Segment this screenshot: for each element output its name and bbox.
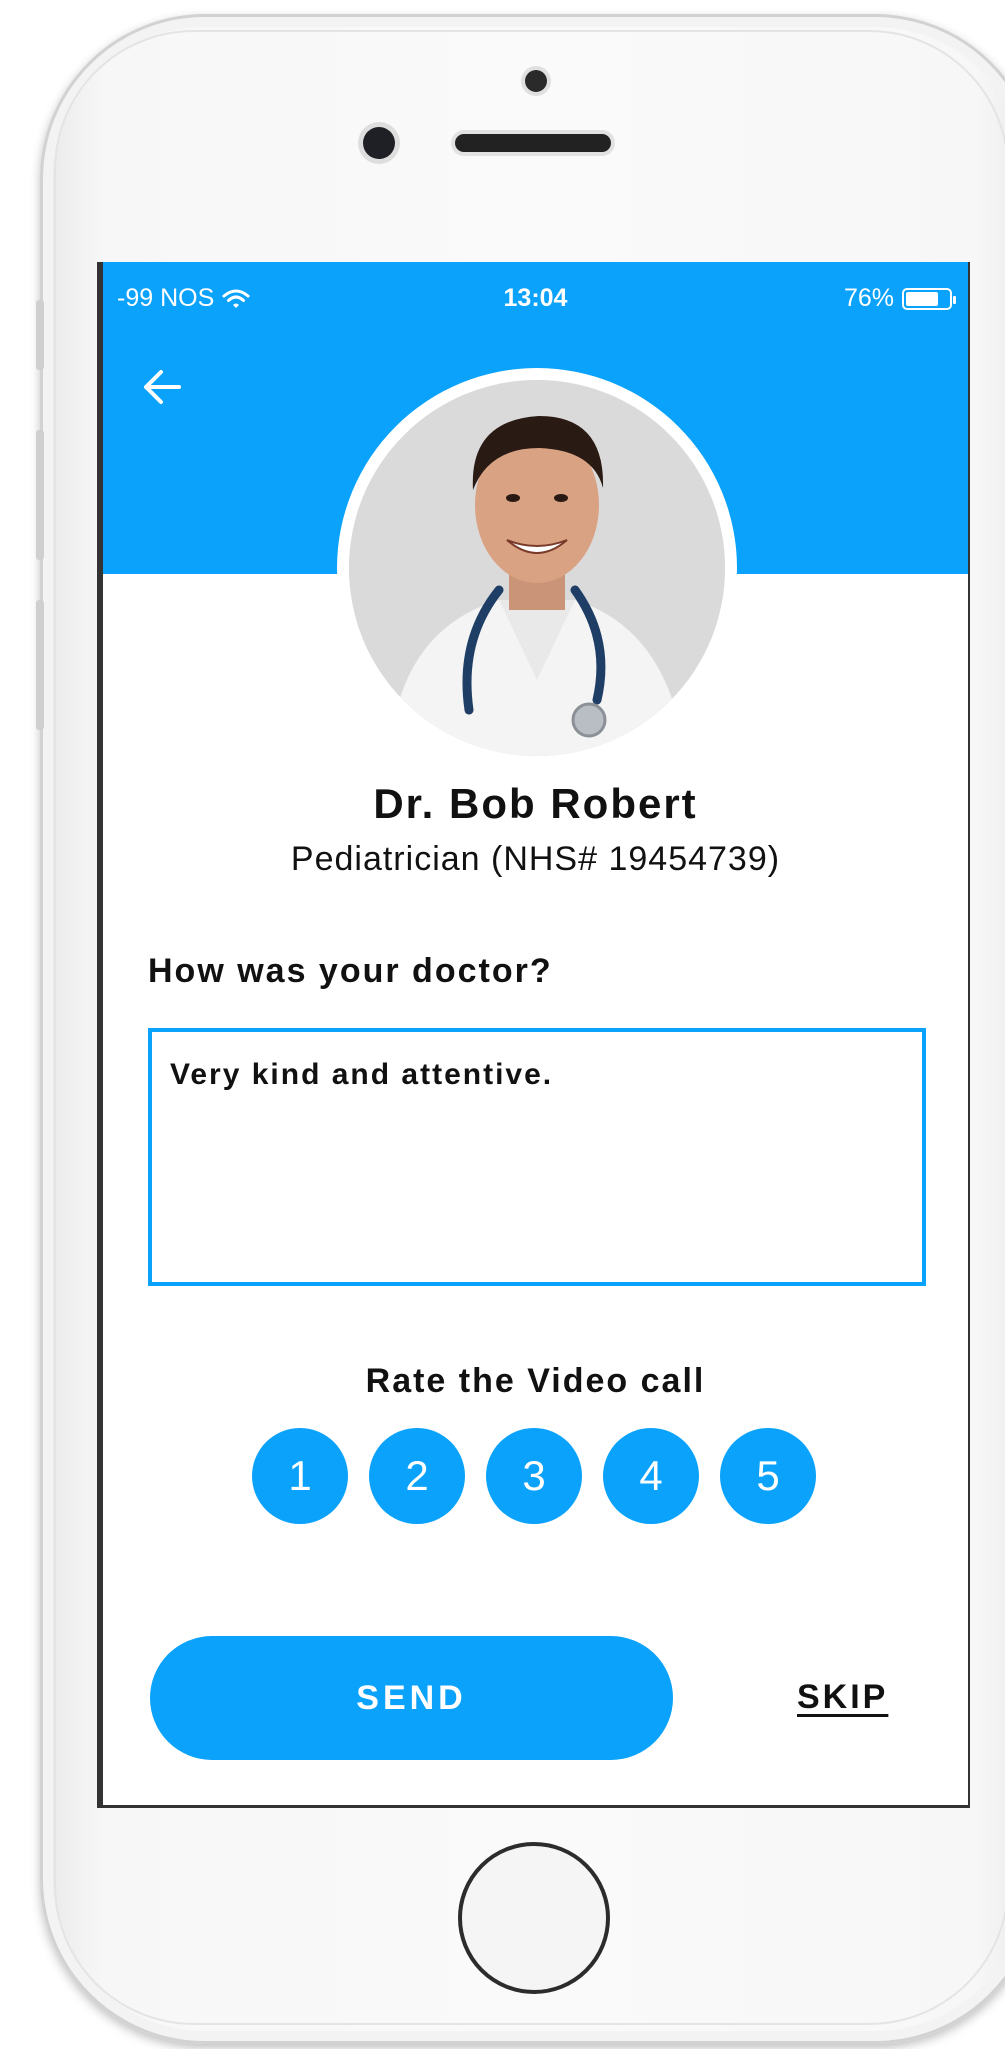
earpiece-speaker — [455, 134, 611, 152]
send-button[interactable]: SEND — [150, 1636, 673, 1760]
mute-switch — [36, 300, 44, 370]
battery-icon — [902, 287, 956, 310]
volume-up-button — [36, 430, 44, 560]
review-textarea[interactable]: Very kind and attentive. — [148, 1028, 926, 1286]
front-camera — [363, 127, 395, 159]
proximity-sensor — [525, 70, 547, 92]
app-screen: -99 NOS 13:04 76% Dr. Bob Robert Pediatr… — [97, 262, 970, 1808]
battery-percent: 76% — [843, 284, 894, 312]
arrow-left-icon[interactable] — [139, 364, 185, 410]
doctor-name: Dr. Bob Robert — [373, 780, 698, 827]
rating-option-4[interactable]: 4 — [603, 1428, 699, 1524]
status-right: 76% — [843, 284, 956, 313]
battery-fill — [906, 291, 938, 306]
rating-options: 1 2 3 4 5 — [252, 1428, 816, 1524]
doctor-specialty: Pediatrician (NHS# 19454739) — [290, 840, 781, 878]
home-button[interactable] — [458, 1842, 610, 1994]
rating-option-1[interactable]: 1 — [252, 1428, 348, 1524]
skip-link[interactable]: SKIP — [797, 1678, 888, 1717]
volume-down-button — [36, 600, 44, 730]
feedback-question: How was your doctor? — [148, 952, 553, 990]
rating-option-3[interactable]: 3 — [486, 1428, 582, 1524]
doctor-portrait — [349, 380, 725, 756]
rating-option-2[interactable]: 2 — [369, 1428, 465, 1524]
rating-option-5[interactable]: 5 — [720, 1428, 816, 1524]
doctor-avatar — [349, 380, 725, 756]
rating-title: Rate the Video call — [365, 1362, 706, 1400]
status-time: 13:04 — [503, 284, 568, 312]
status-bar: -99 NOS 13:04 76% — [103, 280, 968, 320]
